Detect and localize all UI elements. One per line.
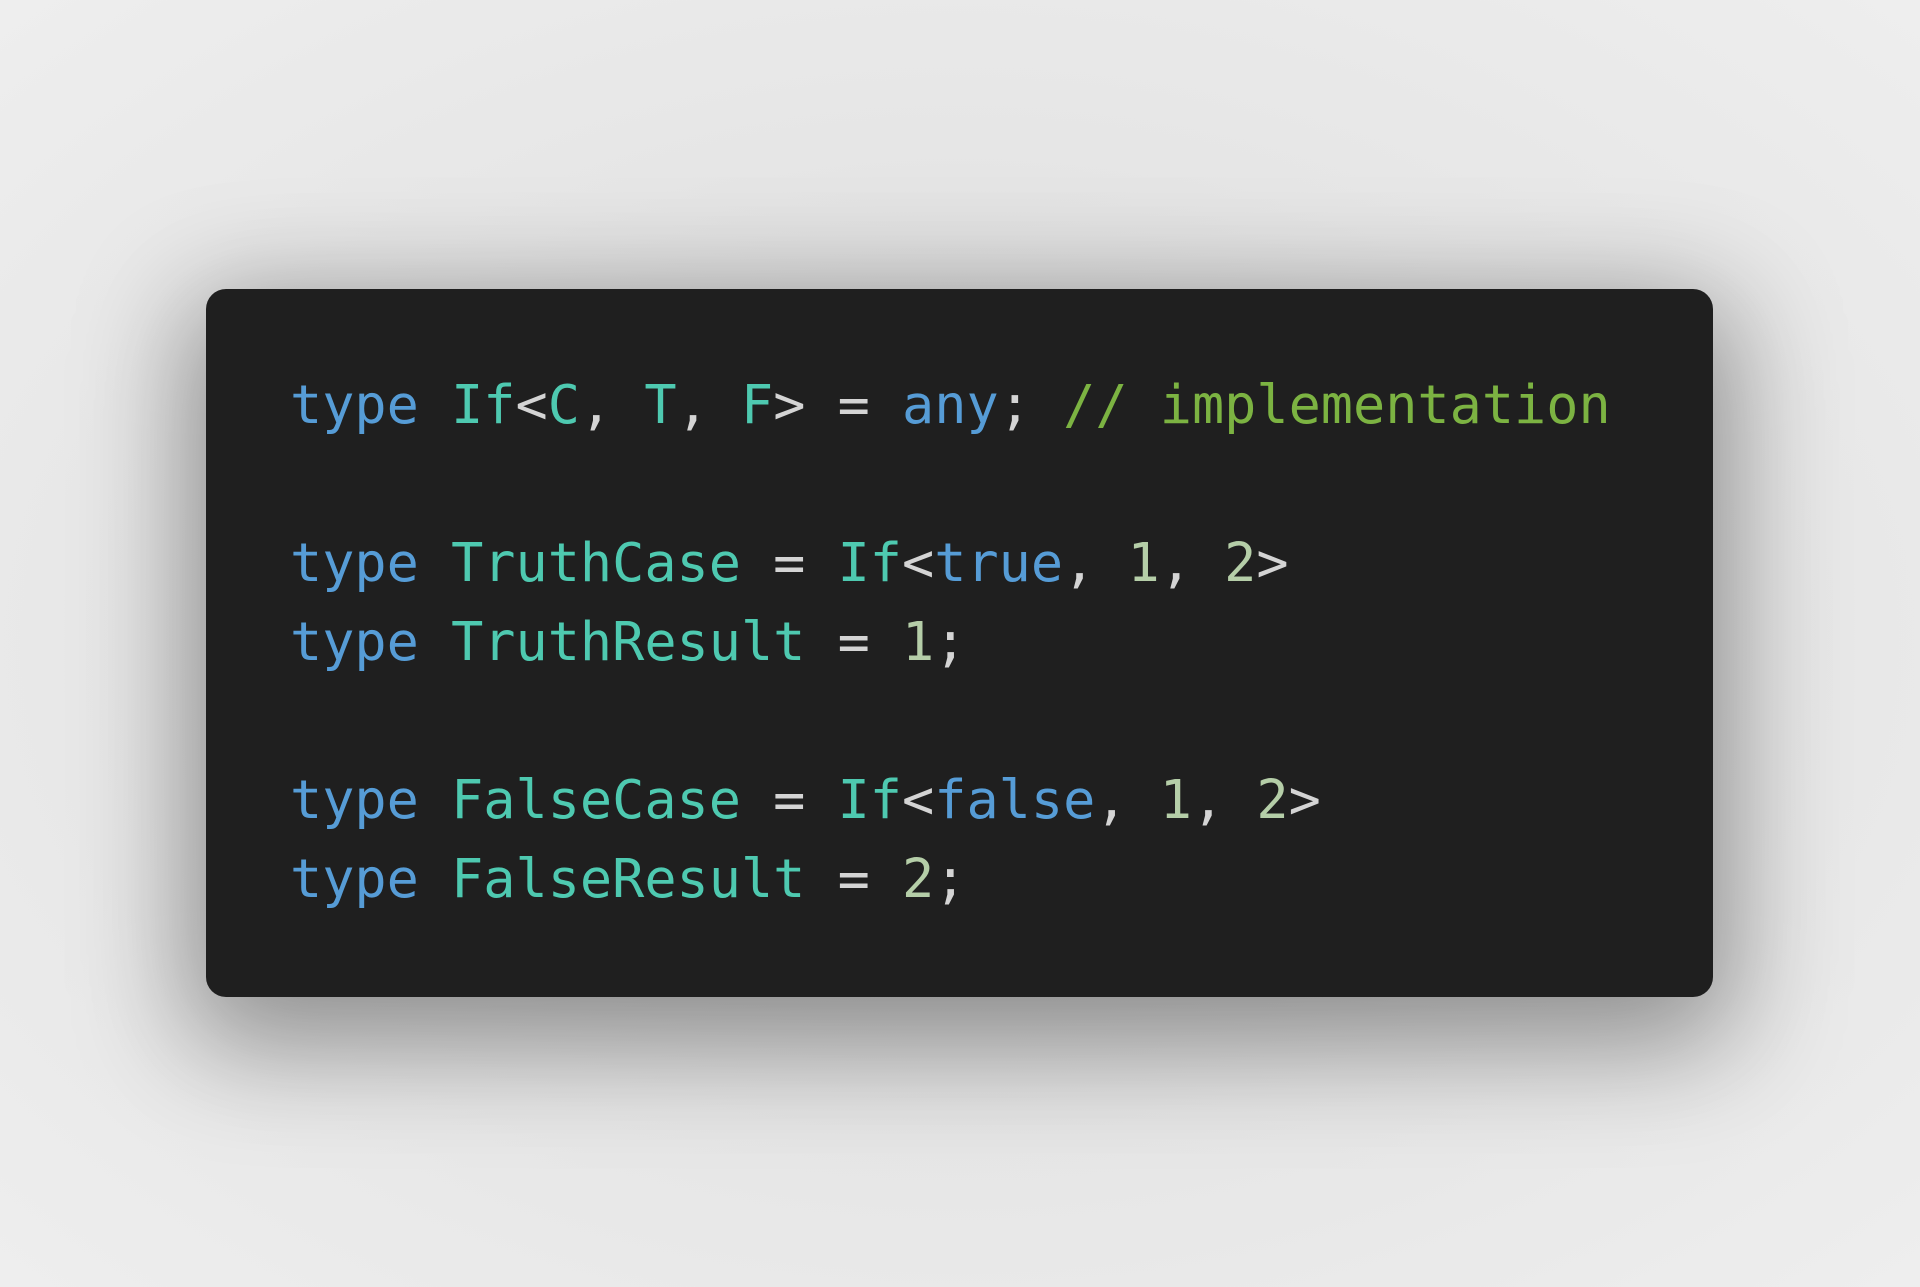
punctuation-token: < [515,373,548,436]
type-token: C [547,373,580,436]
punctuation-token: , [676,373,741,436]
punctuation-token: = [740,531,838,594]
type-token: If [837,768,903,831]
type-token: TruthResult [451,610,806,673]
punctuation-token: , [1191,768,1257,831]
punctuation-token [419,768,451,831]
number-token: 1 [902,610,935,673]
type-token: F [740,373,774,436]
punctuation-token: < [902,768,935,831]
code-block: type If<C, T, F> = any; // implementatio… [290,365,1611,918]
code-line: type FalseCase = If<false, 1, 2> [290,760,1611,839]
type-token: T [644,373,677,436]
punctuation-token: > = [773,373,903,436]
punctuation-token: , [579,373,645,436]
comment-token: // implementation [1063,373,1611,436]
type-token: FalseCase [451,768,741,831]
punctuation-token: < [902,531,935,594]
punctuation-token [419,610,451,673]
number-token: 1 [1127,531,1160,594]
keyword-token: any [902,373,999,436]
code-line: type TruthResult = 1; [290,602,1611,681]
punctuation-token: > [1288,768,1321,831]
punctuation-token: , [1095,768,1160,831]
punctuation-token: ; [934,847,967,910]
type-token: TruthCase [451,531,741,594]
keyword-token: type [290,373,419,436]
punctuation-token: = [805,610,903,673]
keyword-token: type [290,768,419,831]
punctuation-token: , [1063,531,1128,594]
punctuation-token: ; [998,373,1064,436]
type-token: If [451,373,516,436]
keyword-token: false [934,768,1096,831]
code-snippet-card: type If<C, T, F> = any; // implementatio… [206,289,1713,997]
type-token: If [837,531,903,594]
code-line: type FalseResult = 2; [290,839,1611,918]
keyword-token: type [290,847,419,910]
keyword-token: true [934,531,1064,594]
number-token: 2 [1224,531,1257,594]
number-token: 2 [902,847,935,910]
number-token: 2 [1256,768,1289,831]
punctuation-token: > [1256,531,1289,594]
punctuation-token [419,373,451,436]
punctuation-token: = [740,768,838,831]
code-line: type If<C, T, F> = any; // implementatio… [290,365,1611,444]
type-token: FalseResult [451,847,806,910]
keyword-token: type [290,531,419,594]
keyword-token: type [290,610,419,673]
number-token: 1 [1159,768,1192,831]
punctuation-token [419,531,451,594]
code-line: type TruthCase = If<true, 1, 2> [290,523,1611,602]
punctuation-token [419,847,451,910]
punctuation-token: = [805,847,903,910]
punctuation-token: , [1159,531,1225,594]
punctuation-token: ; [934,610,967,673]
